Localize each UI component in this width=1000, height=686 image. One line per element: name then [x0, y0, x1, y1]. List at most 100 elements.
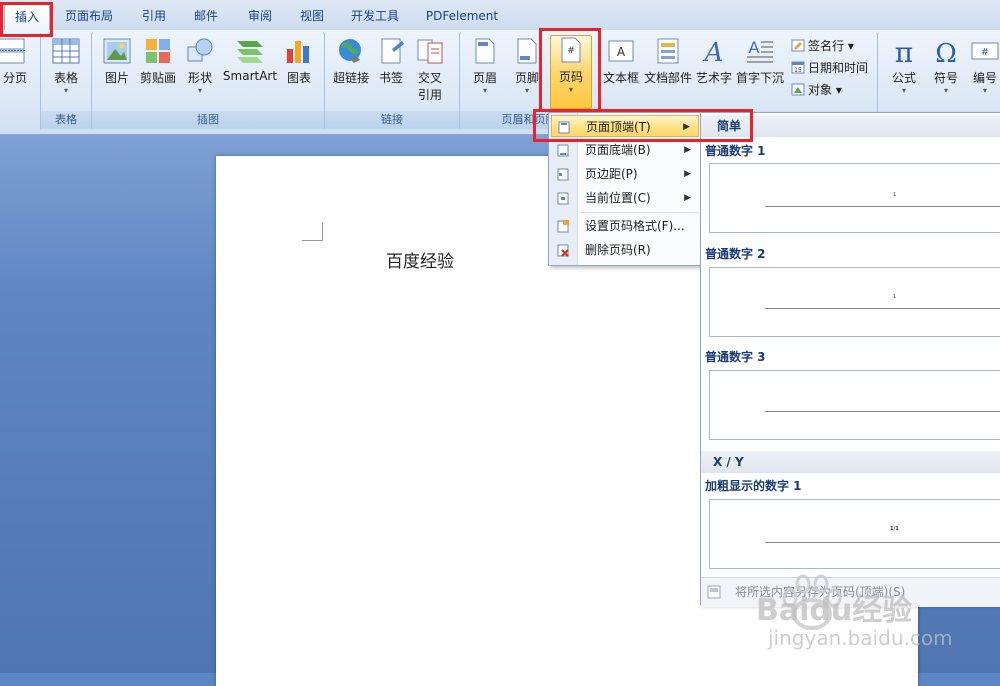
submenu-arrow-icon: ▶: [684, 145, 691, 155]
tab-insert[interactable]: 插入: [4, 4, 50, 31]
cross-reference-button[interactable]: 交叉 引用: [413, 37, 447, 103]
gallery-item-label: 加粗显示的数字 1: [705, 479, 802, 493]
bottom-of-page-icon: [557, 144, 569, 157]
table-button[interactable]: 表格 ▾: [49, 37, 83, 96]
svg-text:#: #: [567, 46, 575, 56]
thumbnail-header-line: [765, 206, 1000, 207]
menu-item-top-of-page[interactable]: 页面顶端(T) ▶: [551, 115, 699, 137]
header-label: 页眉: [472, 71, 497, 85]
group-links: 超链接 书签 交叉 引用 链接: [325, 33, 460, 129]
textbox-button[interactable]: A 文本框: [601, 37, 641, 86]
menu-item-page-margins[interactable]: 页边距(P) ▶: [551, 163, 699, 185]
gallery-header-xy: X / Y: [701, 451, 1000, 473]
wordart-label: 艺术字: [695, 71, 732, 85]
drop-cap-label: 首字下沉: [735, 71, 784, 85]
cross-reference-label-1: 交叉: [417, 71, 442, 85]
menu-item-label: 页面顶端(T): [586, 120, 651, 134]
svg-text:15: 15: [794, 67, 802, 74]
thumbnail-sample-number: 1: [893, 192, 897, 198]
picture-button[interactable]: 图片: [100, 37, 134, 86]
footer-label: 页脚: [514, 71, 539, 85]
tab-references[interactable]: 引用: [134, 6, 174, 26]
footer-button[interactable]: 页脚 ▾: [510, 37, 544, 96]
tab-mailings[interactable]: 邮件: [186, 6, 226, 26]
svg-text:A: A: [617, 45, 626, 59]
menu-item-format-page-numbers[interactable]: 设置页码格式(F)...: [551, 215, 699, 237]
chart-icon: [287, 41, 309, 63]
equation-button[interactable]: π 公式 ▾: [886, 37, 922, 96]
numbering-button[interactable]: # 编号 ▾: [970, 37, 1000, 96]
svg-text:Ω: Ω: [935, 39, 957, 65]
menu-item-remove-page-numbers[interactable]: 删除页码(R): [551, 239, 699, 261]
footer-dropdown-arrow: ▾: [524, 86, 529, 95]
tab-page-layout[interactable]: 页面布局: [60, 6, 118, 26]
equation-dropdown-arrow: ▾: [901, 86, 906, 95]
textbox-icon: A: [608, 40, 634, 62]
submenu-arrow-icon: ▶: [683, 122, 690, 132]
cross-reference-label-2: 引用: [417, 88, 442, 102]
signature-line-label: 签名行 ▾: [808, 39, 854, 53]
clipart-label: 剪贴画: [139, 71, 176, 85]
header-button[interactable]: 页眉 ▾: [468, 37, 502, 96]
drop-cap-button[interactable]: A 首字下沉: [735, 37, 785, 86]
symbol-dropdown-arrow: ▾: [943, 86, 948, 95]
page-break-icon: [0, 38, 26, 64]
menu-item-label: 删除页码(R): [585, 243, 651, 257]
tab-view[interactable]: 视图: [292, 6, 332, 26]
gallery-item-label: 普通数字 2: [705, 247, 766, 261]
page-number-button[interactable]: # 页码 ▾: [550, 35, 592, 109]
page-break-button[interactable]: 分页: [0, 37, 30, 86]
top-of-page-icon: [558, 121, 570, 134]
shapes-dropdown-arrow: ▾: [197, 86, 202, 95]
gallery-thumbnail-plain-number-2[interactable]: 1: [709, 267, 1000, 337]
gallery-thumbnail-bold-number-1[interactable]: 1/1: [709, 499, 1000, 569]
menu-item-current-position[interactable]: 当前位置(C) ▶: [551, 187, 699, 209]
footer-icon: [517, 38, 537, 64]
picture-label: 图片: [104, 71, 129, 85]
date-time-icon: 15: [791, 61, 805, 74]
thumbnail-header-line: [765, 308, 1000, 309]
menu-item-label: 设置页码格式(F)...: [585, 219, 685, 233]
textbox-label: 文本框: [602, 71, 639, 85]
hyperlink-button[interactable]: 超链接: [331, 37, 371, 86]
bookmark-button[interactable]: 书签: [375, 37, 407, 86]
smartart-button[interactable]: SmartArt: [222, 37, 278, 83]
page-number-dropdown-arrow: ▾: [568, 85, 573, 94]
clipart-icon: [146, 39, 170, 63]
quick-parts-button[interactable]: 文档部件: [643, 37, 693, 86]
header-icon: [475, 38, 495, 64]
menu-separator: [581, 212, 698, 213]
shapes-label: 形状: [187, 71, 212, 85]
hyperlink-icon: [339, 39, 361, 63]
thumbnail-sample-number: 1: [893, 294, 897, 300]
shapes-button[interactable]: 形状 ▾: [184, 37, 216, 96]
menu-item-bottom-of-page[interactable]: 页面底端(B) ▶: [551, 139, 699, 161]
tab-review[interactable]: 审阅: [240, 6, 280, 26]
svg-text:π: π: [895, 37, 913, 65]
document-text[interactable]: 百度经验: [386, 247, 454, 272]
thumbnail-header-line: [765, 542, 1000, 543]
object-label: 对象 ▾: [808, 83, 842, 97]
gallery-item-label: 普通数字 3: [705, 350, 766, 364]
object-button[interactable]: 对象 ▾: [791, 81, 842, 98]
page-break-label: 分页: [2, 71, 27, 85]
thumbnail-header-line: [765, 411, 1000, 412]
tab-pdfelement[interactable]: PDFelement: [420, 6, 504, 26]
chart-button[interactable]: 图表: [282, 37, 316, 86]
signature-line-icon: [791, 39, 805, 52]
hyperlink-label: 超链接: [332, 71, 369, 85]
cross-reference-icon: [417, 39, 443, 64]
numbering-dropdown-arrow: ▾: [982, 86, 987, 95]
clipart-button[interactable]: 剪贴画: [138, 37, 178, 86]
wordart-button[interactable]: A 艺术字: [695, 37, 733, 86]
signature-line-button[interactable]: 签名行 ▾: [791, 37, 854, 54]
symbol-button[interactable]: Ω 符号 ▾: [928, 37, 964, 96]
shapes-icon: [187, 38, 213, 62]
gallery-thumbnail-plain-number-1[interactable]: 1: [709, 163, 1000, 233]
gallery-thumbnail-plain-number-3[interactable]: [709, 370, 1000, 440]
group-tables: 表格 ▾ 表格: [41, 33, 92, 129]
save-selection-icon: [707, 585, 721, 599]
tab-developer[interactable]: 开发工具: [344, 6, 406, 26]
date-time-button[interactable]: 15 日期和时间: [791, 59, 868, 76]
margin-corner-mark: [302, 222, 323, 241]
